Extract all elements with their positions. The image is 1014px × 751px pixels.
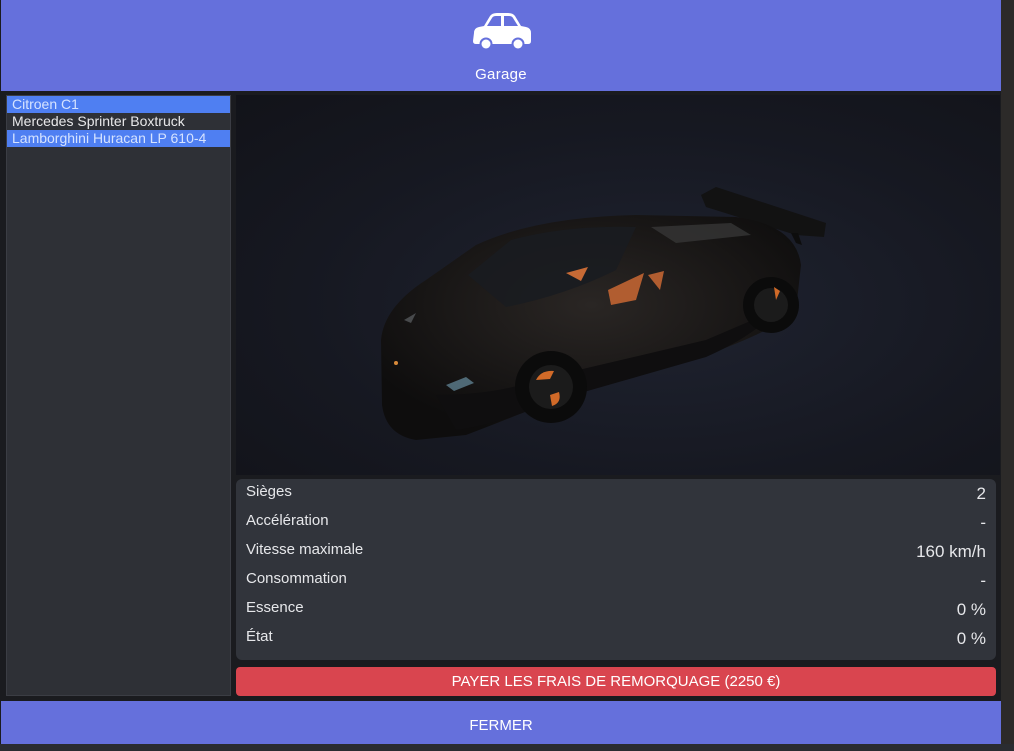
stat-value: 2 [976,484,986,503]
stat-value: - [980,571,986,590]
stat-row-consumption: Consommation - [246,566,986,595]
stat-row-seats: Sièges 2 [246,479,986,508]
garage-header: Garage [1,0,1001,91]
stat-value: 0 % [956,629,986,648]
vehicle-item-lamborghini-huracan[interactable]: Lamborghini Huracan LP 610-4 [7,130,230,147]
page-title: Garage [475,66,527,83]
stat-label: Accélération [246,512,329,529]
vehicle-item-citroen-c1[interactable]: Citroen C1 [7,96,230,113]
background-edge [1001,0,1014,744]
close-button[interactable]: FERMER [1,701,1001,744]
stat-row-acceleration: Accélération - [246,508,986,537]
stat-value: 160 km/h [916,542,986,561]
vehicle-item-mercedes-sprinter[interactable]: Mercedes Sprinter Boxtruck [7,113,230,130]
pay-towing-fee-button[interactable]: PAYER LES FRAIS DE REMORQUAGE (2250 €) [236,667,996,696]
stat-label: Essence [246,599,304,616]
stat-row-condition: État 0 % [246,624,986,653]
garage-window: Garage Citroen C1 Mercedes Sprinter Boxt… [0,0,1014,744]
stat-row-max-speed: Vitesse maximale 160 km/h [246,537,986,566]
vehicle-list[interactable]: Citroen C1 Mercedes Sprinter Boxtruck La… [6,95,231,696]
stat-label: Sièges [246,483,292,500]
car-icon [470,11,534,51]
stat-label: Consommation [246,570,347,587]
stat-value: 0 % [956,600,986,619]
vehicle-stats-panel: Sièges 2 Accélération - Vitesse maximale… [236,479,996,660]
car-render [381,187,826,440]
stat-row-fuel: Essence 0 % [246,595,986,624]
stat-label: État [246,628,273,645]
stat-label: Vitesse maximale [246,541,364,558]
vehicle-preview [236,95,1000,475]
stat-value: - [980,513,986,532]
